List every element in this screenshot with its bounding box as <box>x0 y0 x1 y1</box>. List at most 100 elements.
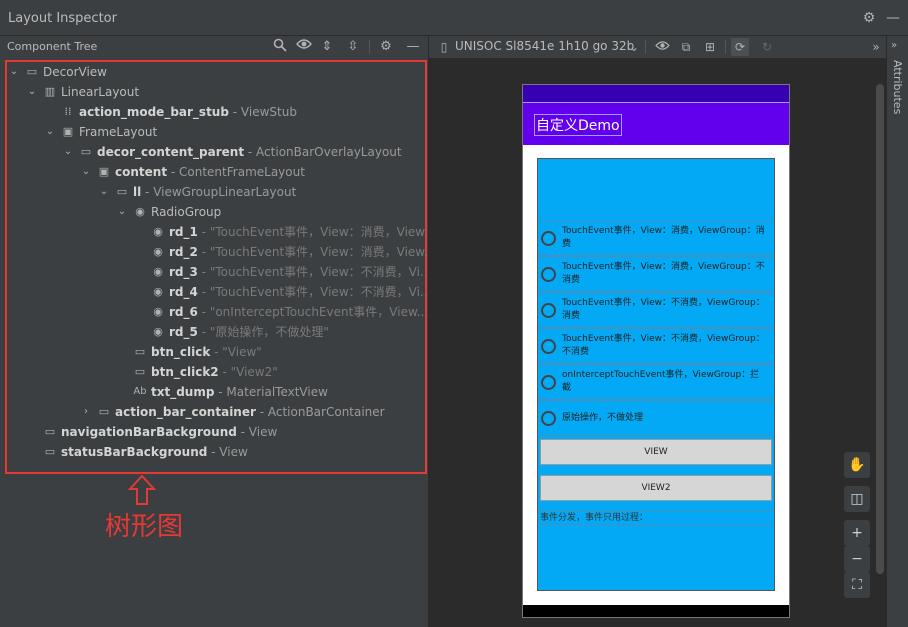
chevron-down-icon[interactable]: ⌄ <box>98 182 110 202</box>
radio-rd-2[interactable]: TouchEvent事件，View：消费，ViewGroup：不消费 <box>538 256 774 292</box>
tree-node-rd-2[interactable]: ◉ rd_2 - "TouchEvent事件，View：消费，View... <box>7 242 435 262</box>
viewstub-icon: ⁞⁞ <box>64 105 72 118</box>
dump-text: 事件分发，事件只用过程： <box>538 511 774 525</box>
tree-node-navigation-bar-background[interactable]: ▭ navigationBarBackground - View <box>7 422 425 442</box>
radio-label: 原始操作，不做处理 <box>562 413 644 423</box>
node-name: ll <box>133 185 142 199</box>
tree-node-btn-click[interactable]: ▭ btn_click - "View" <box>7 342 425 362</box>
tree-settings-icon[interactable]: ⊞ <box>701 38 719 56</box>
frame-layout-icon: ▣ <box>62 125 74 138</box>
tree-node-btn-click2[interactable]: ▭ btn_click2 - "View2" <box>7 362 425 382</box>
refresh-icon[interactable]: ↻ <box>758 38 776 56</box>
collapse-all-icon[interactable]: ⇳ <box>344 38 362 56</box>
chevron-right-icon[interactable]: › <box>80 402 92 422</box>
minimize-icon[interactable]: — <box>404 38 422 56</box>
minimize-icon[interactable]: — <box>885 10 901 26</box>
radio-rd-5[interactable]: 原始操作，不做处理 <box>538 400 774 436</box>
component-tree-header: Component Tree ⇕ ⇳ ⚙ — <box>0 36 428 58</box>
status-bar[interactable] <box>523 85 789 103</box>
chevron-down-icon[interactable]: ⌄ <box>80 162 92 182</box>
tree-node-rd-1[interactable]: ◉ rd_1 - "TouchEvent事件，View：消费，View... <box>7 222 435 242</box>
tree-node-ll[interactable]: ⌄ ▭ ll - ViewGroupLinearLayout <box>7 182 425 202</box>
chevron-down-icon[interactable]: ⌄ <box>8 62 20 82</box>
node-type: - ViewGroupLinearLayout <box>141 185 297 199</box>
toolbar-separator <box>645 40 646 54</box>
eye-icon[interactable] <box>295 38 313 56</box>
node-name: action_bar_container <box>115 405 256 419</box>
layer-view-icon[interactable]: ◫ <box>844 486 870 512</box>
tree-node-action-bar-container[interactable]: › ▭ action_bar_container - ActionBarCont… <box>7 402 425 422</box>
view2-button[interactable]: VIEW2 <box>540 475 772 501</box>
device-selector[interactable]: UNISOC Sl8541e 1h10 go 32b <box>455 39 634 53</box>
chevron-double-right-icon[interactable]: » <box>867 38 885 56</box>
device-screen[interactable]: 自定义Demo TouchEvent事件，View：消费，ViewGroup：消… <box>522 84 790 618</box>
pan-hand-icon[interactable]: ✋ <box>844 452 870 478</box>
node-type: - ActionBarOverlayLayout <box>244 145 402 159</box>
radio-rd-4[interactable]: TouchEvent事件，View：不消费，ViewGroup：不消费 <box>538 328 774 364</box>
tree-node-rd-5[interactable]: ◉ rd_5 - "原始操作，不做处理" <box>7 322 425 342</box>
gear-icon[interactable]: ⚙ <box>861 10 877 26</box>
node-name: FrameLayout <box>79 125 158 139</box>
node-name: LinearLayout <box>61 85 140 99</box>
text-view-icon: Ab <box>133 386 147 397</box>
node-name: rd_2 <box>169 245 198 259</box>
radio-rd-6[interactable]: onInterceptTouchEvent事件，ViewGroup：拦截 <box>538 364 774 400</box>
linear-layout-icon: ▥ <box>44 85 56 98</box>
node-text: - "TouchEvent事件，View：消费，View... <box>197 245 436 259</box>
tree-node-action-mode-bar-stub[interactable]: ⁞⁞ action_mode_bar_stub - ViewStub <box>7 102 425 122</box>
gear-icon[interactable]: ⚙ <box>377 38 395 56</box>
radio-label: TouchEvent事件，View：消费，ViewGroup：消费 <box>562 226 765 249</box>
node-text: - "onInterceptTouchEvent事件，View... <box>197 305 429 319</box>
node-text: - "View2" <box>218 365 278 379</box>
action-bar[interactable]: 自定义Demo <box>523 103 789 145</box>
zoom-out-icon[interactable]: − <box>844 546 870 572</box>
chevron-down-icon[interactable]: ⌄ <box>44 122 56 142</box>
button-icon: ▭ <box>134 345 146 358</box>
view-icon: ▭ <box>26 65 38 78</box>
tree-node-status-bar-background[interactable]: ▭ statusBarBackground - View <box>7 442 425 462</box>
node-name: btn_click2 <box>151 365 219 379</box>
node-name: RadioGroup <box>151 205 222 219</box>
tree-node-decorview[interactable]: ⌄ ▭ DecorView <box>7 62 425 82</box>
radio-circle <box>541 339 556 354</box>
radio-label: TouchEvent事件，View：消费，ViewGroup：不消费 <box>562 262 765 285</box>
radio-circle <box>541 267 556 282</box>
view-icon: ▭ <box>80 145 92 158</box>
expand-all-icon[interactable]: ⇕ <box>318 38 336 56</box>
radio-label: onInterceptTouchEvent事件，ViewGroup：拦截 <box>562 370 760 393</box>
node-text: - "View" <box>210 345 262 359</box>
toolbar-separator <box>369 40 370 54</box>
layers-icon[interactable]: ⧉ <box>677 38 695 56</box>
vertical-scrollbar[interactable] <box>876 84 884 574</box>
view-button[interactable]: VIEW <box>540 439 772 465</box>
tree-node-framelayout[interactable]: ⌄ ▣ FrameLayout <box>7 122 425 142</box>
tree-node-linearlayout[interactable]: ⌄ ▥ LinearLayout <box>7 82 425 102</box>
tree-node-txt-dump[interactable]: Ab txt_dump - MaterialTextView <box>7 382 425 402</box>
tree-node-rd-6[interactable]: ◉ rd_6 - "onInterceptTouchEvent事件，View..… <box>7 302 429 322</box>
zoom-in-icon[interactable]: + <box>844 520 870 546</box>
attributes-tab[interactable]: Attributes <box>891 60 904 114</box>
radio-icon: ◉ <box>153 285 163 298</box>
component-tree-panel: Component Tree ⇕ ⇳ ⚙ — ⌄ ▭ DecorView ⌄ ▥… <box>0 36 435 627</box>
live-updates-icon[interactable]: ⟳ <box>731 38 749 56</box>
node-name: navigationBarBackground <box>61 425 237 439</box>
chevron-down-icon[interactable]: ⌄ <box>26 82 38 102</box>
tree-node-radiogroup[interactable]: ⌄ ◉ RadioGroup <box>7 202 425 222</box>
device-icon: ▯ <box>440 40 448 54</box>
chevron-down-icon[interactable]: ⌄ <box>62 142 74 162</box>
node-type: - View <box>236 425 278 439</box>
fit-screen-icon[interactable]: ⛶ <box>844 572 870 598</box>
eye-icon[interactable] <box>653 38 671 56</box>
tree-node-decor-content-parent[interactable]: ⌄ ▭ decor_content_parent - ActionBarOver… <box>7 142 425 162</box>
navigation-bar[interactable] <box>523 605 789 617</box>
tree-node-rd-3[interactable]: ◉ rd_3 - "TouchEvent事件，View：不消费，Vi... <box>7 262 431 282</box>
chevron-down-icon[interactable]: ⌄ <box>625 38 643 56</box>
chevron-down-icon[interactable]: ⌄ <box>116 202 128 222</box>
search-icon[interactable] <box>271 38 289 56</box>
chevron-double-right-icon[interactable]: » <box>891 40 897 51</box>
content-area[interactable]: TouchEvent事件，View：消费，ViewGroup：消费 TouchE… <box>537 158 775 591</box>
radio-rd-1[interactable]: TouchEvent事件，View：消费，ViewGroup：消费 <box>538 220 774 256</box>
tree-node-rd-4[interactable]: ◉ rd_4 - "TouchEvent事件，View：不消费，Vi... <box>7 282 431 302</box>
tree-node-content[interactable]: ⌄ ▣ content - ContentFrameLayout <box>7 162 425 182</box>
radio-rd-3[interactable]: TouchEvent事件，View：不消费，ViewGroup：消费 <box>538 292 774 328</box>
